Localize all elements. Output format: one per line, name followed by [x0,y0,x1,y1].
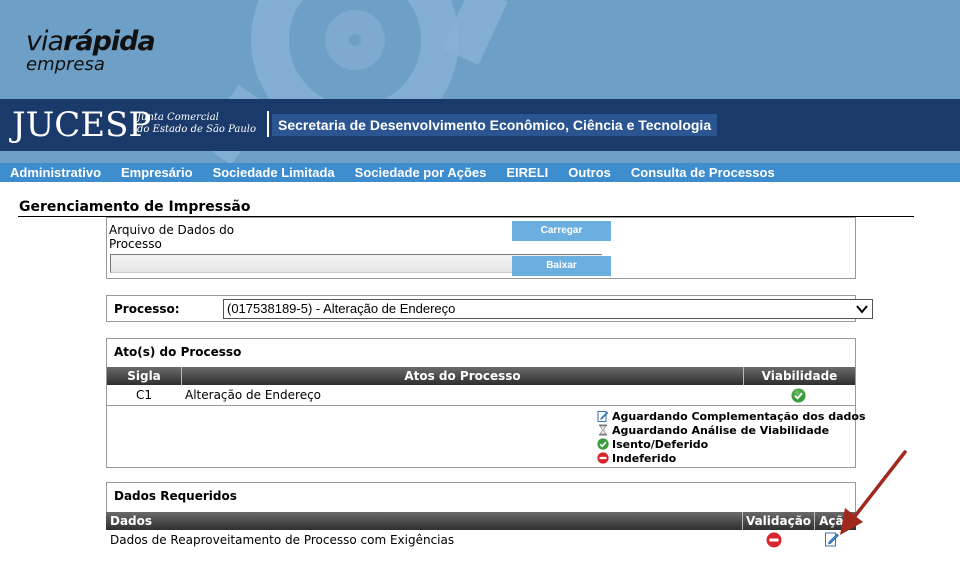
legend-label: Aguardando Complementação dos dados [612,410,866,423]
secretaria-label: Secretaria de Desenvolvimento Econômico,… [272,114,718,136]
atos-table-header: Sigla Atos do Processo Viabilidade [107,367,855,385]
edit-document-icon [597,410,609,422]
ato-cell: Alteração de Endereço [185,388,322,402]
legend-label: Aguardando Análise de Viabilidade [612,424,830,437]
legend-label: Indeferido [612,452,677,465]
processo-select[interactable]: (017538189-5) - Alteração de Endereço [223,299,873,319]
jucesp-subtitle-line2: do Estado de São Paulo [137,124,257,135]
atos-heading: Ato(s) do Processo [114,345,242,359]
viarapida-logo[interactable]: viarápida empresa [26,26,156,75]
legend-item: Aguardando Complementação dos dados [597,410,866,424]
column-header-validacao: Validação [742,512,814,530]
jucesp-banner: JUCESP Junta Comercial do Estado de São … [0,99,960,151]
jucesp-subtitle-line1: Junta Comercial [137,112,219,123]
nav-item-outros[interactable]: Outros [568,163,611,182]
dados-panel: Dados Requeridos Dados Validação Ação [106,482,856,530]
hourglass-icon [597,424,609,436]
table-row: Dados de Reaproveitamento de Processo co… [110,531,860,549]
processo-label: Processo: [114,302,180,316]
nav-item-eireli[interactable]: EIRELI [506,163,548,182]
table-row: C1 Alteração de Endereço [107,386,855,404]
dado-cell: Dados de Reaproveitamento de Processo co… [110,533,455,547]
legend-item: Isento/Deferido [597,438,708,452]
upload-label: Arquivo de Dados do Processo [109,223,235,251]
column-header-dados: Dados [110,514,153,528]
chevron-down-icon [855,302,869,319]
nav-item-administrativo[interactable]: Administrativo [10,163,101,182]
atos-panel: Ato(s) do Processo Sigla Atos do Process… [106,338,866,468]
page-title: Gerenciamento de Impressão [19,199,251,215]
nav-item-sociedade-limitada[interactable]: Sociedade Limitada [213,163,335,182]
legend-item: Aguardando Análise de Viabilidade [597,424,829,438]
logo-rapida-text: rápida [63,26,156,57]
column-header-acao: Ação [814,512,856,530]
no-entry-icon [597,452,609,464]
dados-table-header: Dados Validação Ação [106,512,856,530]
jucesp-subtitle: Junta Comercial do Estado de São Paulo [137,112,256,136]
processo-selected-value: (017538189-5) - Alteração de Endereço [227,301,456,316]
atos-legend: Aguardando Complementação dos dados Agua… [107,405,866,467]
logo-empresa-text: empresa [26,54,105,75]
processo-panel: Processo: (017538189-5) - Alteração de E… [106,295,873,322]
no-entry-icon [766,532,782,553]
site-header: viarápida empresa JUCESP Junta Comercial… [0,0,960,163]
main-nav: Administrativo Empresário Sociedade Limi… [0,163,960,182]
column-header-viabilidade: Viabilidade [743,367,855,385]
carregar-button[interactable]: Carregar [512,221,611,241]
nav-item-consulta-de-processos[interactable]: Consulta de Processos [631,163,775,182]
column-header-sigla: Sigla [127,369,161,383]
sigla-cell: C1 [135,388,152,402]
legend-item: Indeferido [597,452,676,466]
upload-panel: Arquivo de Dados do Processo Carregar Ba… [106,217,856,279]
legend-label: Isento/Deferido [612,438,709,451]
dados-heading: Dados Requeridos [114,489,237,503]
edit-document-icon[interactable] [824,531,840,552]
logo-via-text: via [26,26,64,57]
nav-item-sociedade-por-acoes[interactable]: Sociedade por Ações [355,163,487,182]
banner-divider [267,111,269,137]
nav-item-empresario[interactable]: Empresário [121,163,193,182]
baixar-button[interactable]: Baixar [512,256,611,276]
jucesp-logo[interactable]: JUCESP [12,105,151,145]
check-circle-icon [597,438,609,450]
column-header-atos: Atos do Processo [181,367,743,385]
